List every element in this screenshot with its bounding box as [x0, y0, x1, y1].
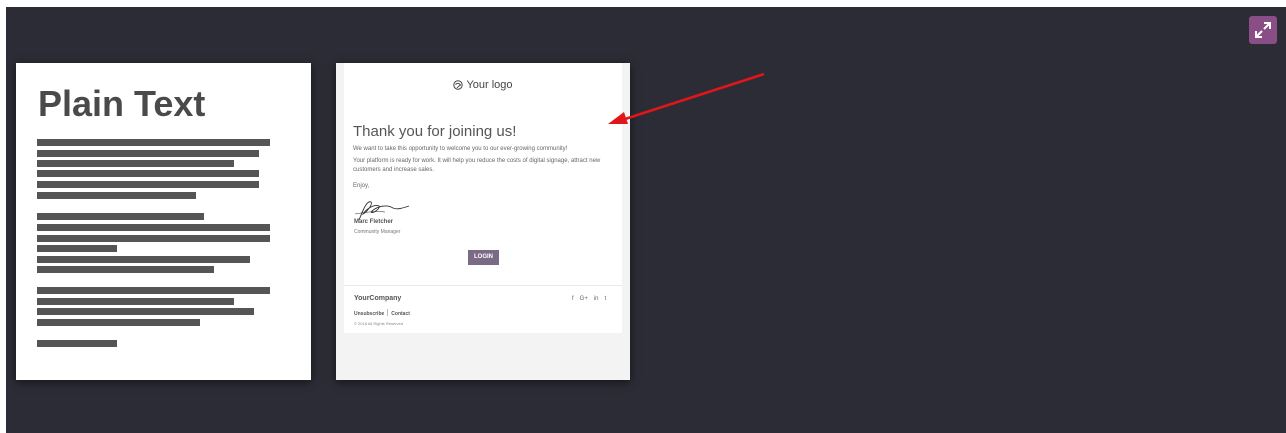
email-closing: Enjoy,: [353, 183, 370, 189]
unsubscribe-link[interactable]: Unsubscribe: [354, 311, 384, 317]
text-line-placeholder: [37, 213, 204, 220]
plain-text-title: Plain Text: [38, 83, 206, 124]
fullscreen-button[interactable]: [1249, 16, 1277, 44]
email-paragraph: Your platform is ready for work. It will…: [353, 158, 601, 173]
text-line-placeholder: [37, 319, 200, 326]
text-line-placeholder: [37, 287, 270, 294]
email-logo: Your logo: [344, 79, 622, 91]
text-line-placeholder: [37, 235, 270, 242]
contact-link[interactable]: Contact: [391, 311, 410, 317]
facebook-icon[interactable]: f: [572, 296, 574, 302]
expand-icon: [1255, 22, 1271, 38]
twitter-icon[interactable]: t: [605, 296, 607, 302]
template-preview-area: Plain Text Your logo Thank you for joini…: [6, 7, 1286, 433]
plain-text-template-card[interactable]: Plain Text: [16, 63, 311, 380]
text-line-placeholder: [37, 256, 250, 263]
text-line-placeholder: [37, 308, 254, 315]
link-separator: [387, 309, 389, 316]
logo-text: Your logo: [466, 79, 513, 91]
copyright-text: © 2018 All Rights Reserved: [354, 321, 403, 326]
footer-links: Unsubscribe Contact: [354, 309, 410, 317]
social-links: f G+ in t: [566, 296, 606, 302]
text-line-placeholder: [37, 266, 214, 273]
email-paragraph: We want to take this opportunity to welc…: [353, 146, 568, 152]
company-name: YourCompany: [354, 295, 402, 302]
text-line-placeholder: [37, 340, 117, 347]
email-heading: Thank you for joining us!: [353, 123, 517, 140]
text-line-placeholder: [37, 192, 196, 199]
signer-role: Community Manager: [354, 229, 401, 235]
linkedin-icon[interactable]: in: [594, 296, 599, 302]
signer-name: Marc Fletcher: [354, 219, 394, 225]
text-line-placeholder: [37, 170, 259, 177]
logo-swirl-icon: [453, 80, 464, 90]
text-line-placeholder: [37, 245, 117, 252]
google-plus-icon[interactable]: G+: [580, 296, 588, 302]
text-line-placeholder: [37, 150, 259, 157]
email-body: Your logo Thank you for joining us! We w…: [344, 63, 622, 333]
text-line-placeholder: [37, 298, 234, 305]
text-line-placeholder: [37, 139, 270, 146]
footer-divider: [344, 285, 622, 286]
text-line-placeholder: [37, 224, 270, 231]
annotation-arrow-icon: [608, 72, 765, 124]
login-button[interactable]: LOGIN: [468, 250, 499, 265]
welcome-email-template-card[interactable]: Your logo Thank you for joining us! We w…: [336, 63, 630, 380]
text-line-placeholder: [37, 160, 234, 167]
text-line-placeholder: [37, 181, 259, 188]
